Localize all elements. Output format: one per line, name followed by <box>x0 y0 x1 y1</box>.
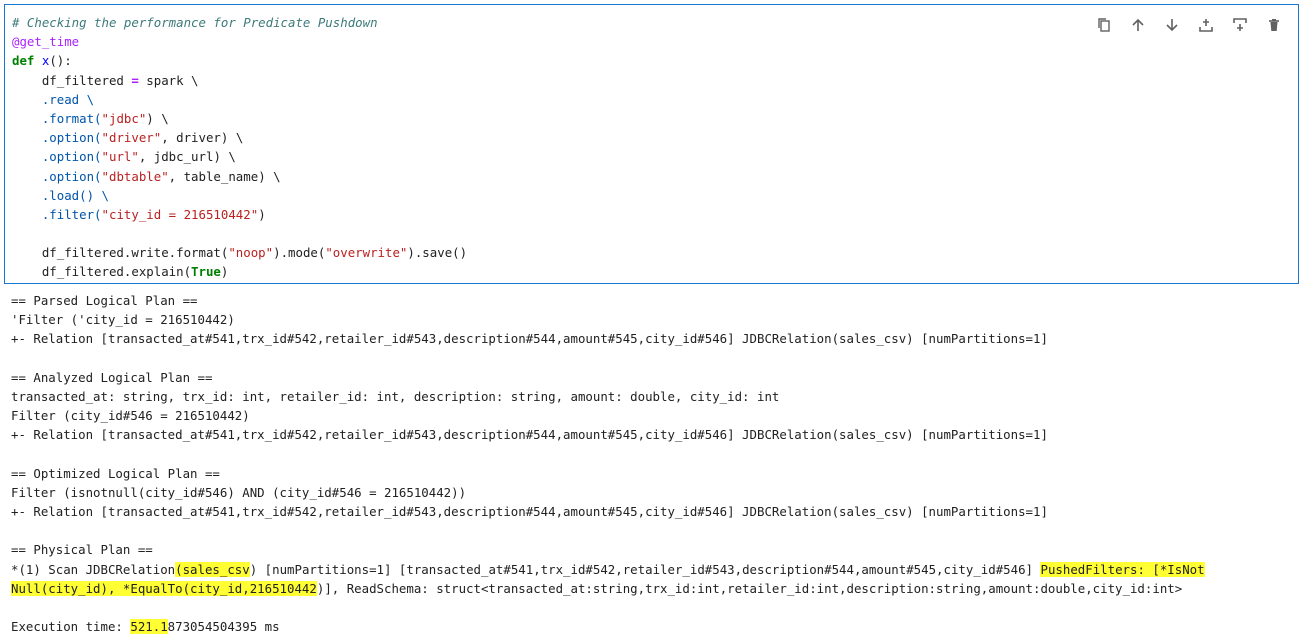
output-line: Filter (city_id#546 = 216510442) <box>11 408 250 424</box>
physical-plan-header: == Physical Plan == <box>11 542 153 558</box>
operator-text: = <box>131 72 139 88</box>
code-line: def x(): <box>12 51 467 70</box>
code-line: .filter("city_id = 216510442") <box>12 205 467 224</box>
highlighted-text: PushedFilters: [*IsNot <box>1040 561 1205 577</box>
keyword-text: True <box>191 264 221 280</box>
code-text: .filter( <box>12 206 102 222</box>
code-line: @get_time <box>12 32 467 51</box>
delete-icon[interactable] <box>1264 15 1284 35</box>
insert-below-icon[interactable] <box>1230 15 1250 35</box>
string-text: "noop" <box>228 245 274 261</box>
move-up-icon[interactable] <box>1128 15 1148 35</box>
output-blank <box>11 349 1205 368</box>
code-text: ).mode( <box>273 245 326 261</box>
parsed-plan-header: == Parsed Logical Plan == <box>11 293 198 308</box>
output-text: )], ReadSchema: struct<transacted_at:str… <box>316 580 1183 596</box>
code-text: .option( <box>12 149 102 165</box>
string-text: "city_id = 216510442" <box>101 206 259 222</box>
code-line: .option("url", jdbc_url) \ <box>12 147 467 166</box>
keyword-text: def <box>12 53 35 69</box>
output-line: transacted_at: string, trx_id: int, reta… <box>11 388 780 404</box>
code-line: # Checking the performance for Predicate… <box>12 13 467 32</box>
insert-above-icon[interactable] <box>1196 15 1216 35</box>
comment-text: # Checking the performance for Predicate… <box>12 15 378 30</box>
output-line: +- Relation [transacted_at#541,trx_id#54… <box>11 331 1048 347</box>
output-text: ) [numPartitions=1] [transacted_at#541,t… <box>249 561 1041 577</box>
code-line: df_filtered = spark \ <box>12 71 467 90</box>
code-text: , table_name) \ <box>168 168 281 184</box>
code-text: df_filtered.explain( <box>12 264 192 280</box>
code-text: , jdbc_url) \ <box>138 149 236 165</box>
highlighted-text: (sales_csv <box>175 561 250 577</box>
output-blank <box>11 521 1205 540</box>
code-line: .format("jdbc") \ <box>12 109 467 128</box>
code-text: ) \ <box>146 110 169 126</box>
code-editor[interactable]: # Checking the performance for Predicate… <box>12 13 467 282</box>
string-text: "url" <box>101 149 139 165</box>
output-line: +- Relation [transacted_at#541,trx_id#54… <box>11 504 1048 520</box>
code-text: ) <box>258 206 266 222</box>
output-line: *(1) Scan JDBCRelation(sales_csv) [numPa… <box>11 560 1205 579</box>
output-blank <box>11 445 1205 464</box>
code-text: .option( <box>12 130 102 146</box>
output-line: Filter (isnotnull(city_id#546) AND (city… <box>11 484 467 500</box>
string-text: "overwrite" <box>325 245 408 261</box>
optimized-plan-header: == Optimized Logical Plan == <box>11 465 220 481</box>
code-line: df_filtered.write.format("noop").mode("o… <box>12 243 467 262</box>
move-down-icon[interactable] <box>1162 15 1182 35</box>
code-text: .load() \ <box>12 187 109 203</box>
string-text: "driver" <box>101 130 162 146</box>
code-text: .read \ <box>12 91 95 107</box>
code-line: df_filtered.explain(True) <box>12 262 467 281</box>
output-text: *(1) Scan JDBCRelation <box>11 561 176 577</box>
code-text: ).save() <box>407 245 468 261</box>
output-text: Execution time: <box>11 619 131 635</box>
output-line: Null(city_id), *EqualTo(city_id,21651044… <box>11 579 1205 598</box>
code-cell[interactable]: # Checking the performance for Predicate… <box>4 4 1299 284</box>
code-line: .option("driver", driver) \ <box>12 128 467 147</box>
code-text: , driver) \ <box>161 130 244 146</box>
cell-toolbar <box>1094 15 1284 35</box>
code-text: .option( <box>12 168 102 184</box>
code-line: .load() \ <box>12 186 467 205</box>
code-text: df_filtered.write.format( <box>12 245 229 261</box>
code-text: .format( <box>12 110 102 126</box>
execution-time-line: Execution time: 521.1873054504395 ms <box>11 617 1205 636</box>
code-text: spark \ <box>138 72 199 88</box>
output-line: +- Relation [transacted_at#541,trx_id#54… <box>11 427 1048 443</box>
code-text: ) <box>220 264 229 280</box>
highlighted-text: Null(city_id), *EqualTo(city_id,21651044… <box>11 580 317 596</box>
code-text: df_filtered <box>12 72 132 88</box>
cell-output: == Parsed Logical Plan == 'Filter ('city_… <box>11 291 1205 636</box>
copy-icon[interactable] <box>1094 15 1114 35</box>
code-text: (): <box>49 53 72 69</box>
analyzed-plan-header: == Analyzed Logical Plan == <box>11 369 213 385</box>
code-line: .read \ <box>12 90 467 109</box>
highlighted-text: 521.1 <box>130 619 168 635</box>
string-text: "jdbc" <box>101 110 147 126</box>
string-text: "dbtable" <box>101 168 169 184</box>
code-line: .option("dbtable", table_name) \ <box>12 167 467 186</box>
output-line: 'Filter ('city_id = 216510442) <box>11 312 235 328</box>
output-text: 873054504395 ms <box>167 619 280 635</box>
output-blank <box>11 598 1205 617</box>
decorator-text: @get_time <box>12 34 80 50</box>
